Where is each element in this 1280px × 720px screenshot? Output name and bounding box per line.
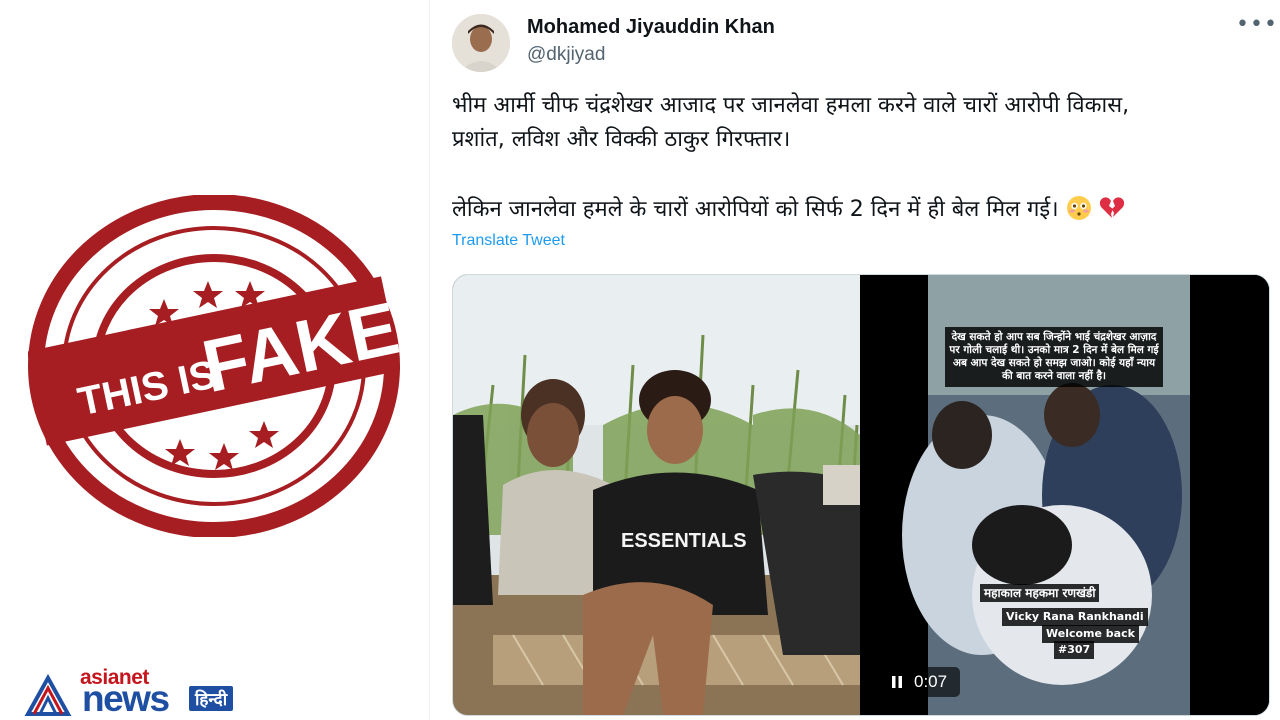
tweet-text-line-2: प्रशांत, लविश और विक्की ठाकुर गिरफ्तार। [452, 127, 791, 152]
brand-news: news [82, 678, 170, 719]
tweet-card: Mohamed Jiyauddin Khan @dkjiyad ••• भीम … [430, 0, 1280, 720]
display-name[interactable]: Mohamed Jiyauddin Khan [527, 16, 775, 39]
flushed-face-icon [1066, 196, 1091, 220]
video-tag-name: Vicky Rana Rankhandi [1002, 608, 1148, 626]
asianet-news-hindi-logo: asianet news हिन्दी [24, 664, 264, 719]
tweet-photo[interactable]: ESSENTIALS [453, 275, 860, 715]
video-tag-number: #307 [1054, 641, 1095, 659]
stamp-text-fake: FAKE [195, 286, 400, 408]
more-dots-icon[interactable]: ••• [1236, 12, 1277, 42]
tweet-media: ESSENTIALS देख सकते हो आप सब जिन्होंने भ… [452, 274, 1270, 716]
tweet-text-line-3: लेकिन जानलेवा हमले के चारों आरोपियों को … [452, 192, 1252, 228]
photo-shirt-text: ESSENTIALS [621, 530, 747, 552]
video-duration-badge[interactable]: 0:07 [880, 667, 960, 697]
broken-heart-icon [1099, 197, 1124, 218]
tweet-text-line-3-content: लेकिन जानलेवा हमले के चारों आरोपियों को … [452, 197, 1059, 222]
user-handle[interactable]: @dkjiyad [527, 44, 605, 66]
brand-hindi: हिन्दी [189, 686, 234, 711]
video-tag-mahakal: महाकाल महकमा रणखंडी [980, 584, 1100, 602]
video-duration: 0:07 [914, 672, 948, 691]
tweet-video[interactable]: देख सकते हो आप सब जिन्होंने भाई चंद्रशेख… [862, 275, 1269, 715]
fake-stamp: THIS IS FAKE [28, 195, 400, 537]
tweet-text-line-1: भीम आर्मी चीफ चंद्रशेखर आजाद पर जानलेवा … [452, 93, 1130, 118]
avatar[interactable] [452, 14, 510, 72]
asianet-logo-icon [24, 674, 72, 716]
video-caption: देख सकते हो आप सब जिन्होंने भाई चंद्रशेख… [945, 327, 1163, 387]
fact-check-panel: THIS IS FAKE asianet news हिन्दी [0, 0, 430, 720]
translate-tweet-link[interactable]: Translate Tweet [452, 232, 565, 250]
pause-icon[interactable] [890, 675, 904, 689]
